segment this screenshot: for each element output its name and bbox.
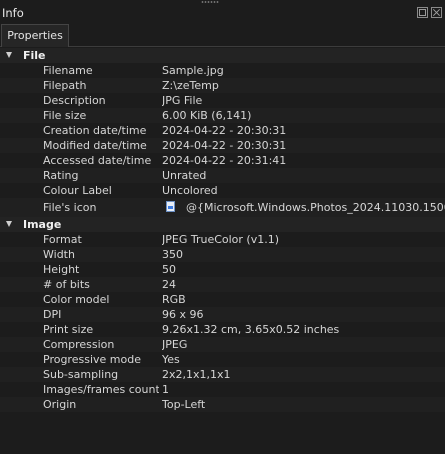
property-key: Images/frames count — [43, 383, 159, 396]
section-header-image[interactable]: Image — [0, 217, 445, 232]
property-key: Filepath — [43, 79, 87, 92]
property-key: Color model — [43, 293, 110, 306]
property-row[interactable]: Height 50 — [0, 262, 445, 277]
property-key: Format — [43, 233, 82, 246]
property-value: Uncolored — [162, 184, 218, 197]
property-value: 2024-04-22 - 20:31:41 — [162, 154, 287, 167]
property-value: Z:\zeTemp — [162, 79, 219, 92]
float-window-icon[interactable] — [417, 7, 428, 18]
property-value: Unrated — [162, 169, 207, 182]
section-label: File — [23, 49, 46, 62]
property-key: DPI — [43, 308, 62, 321]
tab-properties[interactable]: Properties — [1, 24, 69, 47]
property-key: Sub-sampling — [43, 368, 119, 381]
section-label: Image — [23, 218, 62, 231]
property-row[interactable]: Progressive mode Yes — [0, 352, 445, 367]
chevron-down-icon[interactable] — [6, 221, 12, 227]
property-key: File's icon — [43, 201, 97, 214]
property-row[interactable]: Rating Unrated — [0, 168, 445, 183]
property-value: Sample.jpg — [162, 64, 224, 77]
property-row[interactable]: Print size 9.26x1.32 cm, 3.65x0.52 inches — [0, 322, 445, 337]
grip-dots-icon — [201, 1, 219, 3]
property-row[interactable]: Description JPG File — [0, 93, 445, 108]
property-key: Creation date/time — [43, 124, 147, 137]
property-row[interactable]: DPI 96 x 96 — [0, 307, 445, 322]
property-key: File size — [43, 109, 87, 122]
property-value: 6.00 KiB (6,141) — [162, 109, 252, 122]
property-key: # of bits — [43, 278, 90, 291]
property-row[interactable]: Creation date/time 2024-04-22 - 20:30:31 — [0, 123, 445, 138]
property-value: 1 — [162, 383, 169, 396]
chevron-down-icon[interactable] — [6, 52, 12, 58]
property-value: 2x2,1x1,1x1 — [162, 368, 231, 381]
property-value: JPEG — [162, 338, 188, 351]
property-key: Width — [43, 248, 75, 261]
property-row[interactable]: Sub-sampling 2x2,1x1,1x1 — [0, 367, 445, 382]
property-row[interactable]: File's icon @{Microsoft.Windows.Photos_20… — [0, 198, 445, 217]
property-key: Compression — [43, 338, 115, 351]
property-value: Yes — [162, 353, 180, 366]
image-file-icon — [166, 201, 175, 212]
property-row[interactable]: File size 6.00 KiB (6,141) — [0, 108, 445, 123]
property-row[interactable]: Compression JPEG — [0, 337, 445, 352]
properties-grid: File Filename Sample.jpg Filepath Z:\zeTemp D… — [0, 48, 445, 412]
property-row[interactable]: Color model RGB — [0, 292, 445, 307]
property-value: JPG File — [162, 94, 203, 107]
property-row[interactable]: Origin Top-Left — [0, 397, 445, 412]
property-key: Description — [43, 94, 106, 107]
panel-titlebar: Info — [0, 5, 445, 22]
property-key: Colour Label — [43, 184, 112, 197]
panel-title: Info — [2, 6, 24, 20]
property-row[interactable]: Modified date/time 2024-04-22 - 20:30:31 — [0, 138, 445, 153]
property-value-text: @{Microsoft.Windows.Photos_2024.11030.15… — [186, 201, 445, 214]
property-key: Filename — [43, 64, 93, 77]
property-value: 2024-04-22 - 20:30:31 — [162, 139, 287, 152]
property-row[interactable]: Filepath Z:\zeTemp — [0, 78, 445, 93]
property-value: Top-Left — [162, 398, 206, 411]
property-value: @{Microsoft.Windows.Photos_2024.11030.15… — [162, 198, 445, 217]
property-value: 2024-04-22 - 20:30:31 — [162, 124, 287, 137]
property-value: 96 x 96 — [162, 308, 204, 321]
property-key: Progressive mode — [43, 353, 141, 366]
property-key: Origin — [43, 398, 77, 411]
section-header-file[interactable]: File — [0, 48, 445, 63]
close-icon[interactable] — [431, 7, 442, 18]
property-value: 50 — [162, 263, 176, 276]
property-key: Print size — [43, 323, 94, 336]
property-row[interactable]: Accessed date/time 2024-04-22 - 20:31:41 — [0, 153, 445, 168]
property-key: Height — [43, 263, 80, 276]
property-key: Rating — [43, 169, 79, 182]
property-row[interactable]: Format JPEG TrueColor (v1.1) — [0, 232, 445, 247]
property-value: 9.26x1.32 cm, 3.65x0.52 inches — [162, 323, 340, 336]
property-value: 24 — [162, 278, 176, 291]
property-value: RGB — [162, 293, 186, 306]
tab-strip: Properties — [0, 22, 445, 47]
property-row[interactable]: Images/frames count 1 — [0, 382, 445, 397]
property-row[interactable]: Filename Sample.jpg — [0, 63, 445, 78]
property-value: 350 — [162, 248, 183, 261]
property-row[interactable]: # of bits 24 — [0, 277, 445, 292]
property-key: Accessed date/time — [43, 154, 152, 167]
property-row[interactable]: Width 350 — [0, 247, 445, 262]
info-panel: Info Properties File Filename Sample.jpg Fi… — [0, 0, 445, 454]
property-row[interactable]: Colour Label Uncolored — [0, 183, 445, 198]
property-key: Modified date/time — [43, 139, 147, 152]
property-value: JPEG TrueColor (v1.1) — [162, 233, 280, 246]
